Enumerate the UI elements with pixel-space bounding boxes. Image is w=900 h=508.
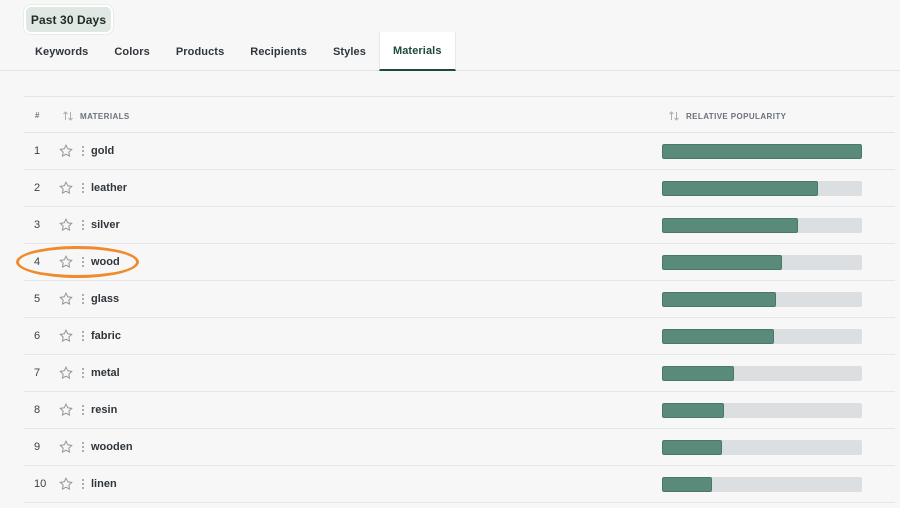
- sort-icon: [63, 111, 73, 121]
- star-icon[interactable]: [59, 366, 73, 380]
- material-label[interactable]: linen: [91, 478, 117, 490]
- table-row[interactable]: 7 metal: [24, 355, 895, 392]
- material-label[interactable]: metal: [91, 367, 120, 379]
- popularity-bar-fill: [662, 255, 782, 270]
- popularity-bar-fill: [662, 477, 712, 492]
- kebab-icon[interactable]: [80, 218, 86, 232]
- tab-products[interactable]: Products: [163, 32, 237, 71]
- period-filter-button[interactable]: Past 30 Days: [24, 5, 113, 34]
- star-icon[interactable]: [59, 403, 73, 417]
- material-label[interactable]: silver: [91, 219, 120, 231]
- materials-column-header[interactable]: MATERIALS: [62, 110, 130, 122]
- kebab-icon[interactable]: [80, 181, 86, 195]
- row-rank: 2: [34, 182, 41, 194]
- popularity-bar-fill: [662, 144, 862, 159]
- kebab-icon[interactable]: [80, 403, 86, 417]
- category-tabs: Keywords Colors Products Recipients Styl…: [22, 32, 456, 71]
- popularity-bar: [662, 366, 862, 381]
- table-row[interactable]: 1 gold: [24, 133, 895, 170]
- row-rank: 10: [34, 478, 47, 490]
- popularity-bar: [662, 477, 862, 492]
- table-row[interactable]: 2 leather: [24, 170, 895, 207]
- popularity-bar: [662, 255, 862, 270]
- filter-bar: Past 30 Days Keywords Colors Products Re…: [0, 0, 900, 71]
- kebab-icon[interactable]: [80, 255, 86, 269]
- row-rank: 1: [34, 145, 41, 157]
- star-icon[interactable]: [59, 329, 73, 343]
- kebab-icon[interactable]: [80, 292, 86, 306]
- material-label[interactable]: leather: [91, 182, 127, 194]
- row-rank: 4: [34, 256, 41, 268]
- material-label[interactable]: glass: [91, 293, 119, 305]
- popularity-bar: [662, 144, 862, 159]
- popularity-bar: [662, 218, 862, 233]
- sort-icon: [669, 111, 679, 121]
- rank-column-header: #: [35, 111, 40, 120]
- popularity-bar-fill: [662, 403, 724, 418]
- popularity-bar-fill: [662, 329, 774, 344]
- row-rank: 8: [34, 404, 41, 416]
- tab-materials[interactable]: Materials: [378, 32, 456, 71]
- table-row[interactable]: 3 silver: [24, 207, 895, 244]
- row-rank: 7: [34, 367, 41, 379]
- table-row[interactable]: 6 fabric: [24, 318, 895, 355]
- row-rank: 9: [34, 441, 41, 453]
- table-header: # MATERIALS RELATIVE POPULARITY: [24, 96, 895, 133]
- row-rank: 6: [34, 330, 41, 342]
- material-label[interactable]: resin: [91, 404, 117, 416]
- material-label[interactable]: gold: [91, 145, 114, 157]
- star-icon[interactable]: [59, 477, 73, 491]
- popularity-bar-fill: [662, 181, 818, 196]
- popularity-bar: [662, 292, 862, 307]
- kebab-icon[interactable]: [80, 329, 86, 343]
- tab-recipients[interactable]: Recipients: [237, 32, 320, 71]
- table-body: 1 gold 2 leather 3 silver 4 wood 5 glass 6 fabric 7 m…: [24, 133, 895, 503]
- kebab-icon[interactable]: [80, 477, 86, 491]
- popularity-bar-fill: [662, 292, 776, 307]
- materials-column-label: MATERIALS: [80, 111, 130, 121]
- kebab-icon[interactable]: [80, 144, 86, 158]
- star-icon[interactable]: [59, 440, 73, 454]
- material-label[interactable]: fabric: [91, 330, 121, 342]
- star-icon[interactable]: [59, 218, 73, 232]
- tab-styles[interactable]: Styles: [320, 32, 379, 71]
- row-rank: 3: [34, 219, 41, 231]
- tab-colors[interactable]: Colors: [101, 32, 162, 71]
- tab-keywords[interactable]: Keywords: [22, 32, 101, 71]
- popularity-column-label: RELATIVE POPULARITY: [686, 111, 787, 121]
- kebab-icon[interactable]: [80, 440, 86, 454]
- popularity-bar: [662, 440, 862, 455]
- popularity-column-header[interactable]: RELATIVE POPULARITY: [668, 110, 786, 122]
- table-row[interactable]: 5 glass: [24, 281, 895, 318]
- table-row[interactable]: 9 wooden: [24, 429, 895, 466]
- row-rank: 5: [34, 293, 41, 305]
- popularity-bar-fill: [662, 366, 734, 381]
- star-icon[interactable]: [59, 255, 73, 269]
- kebab-icon[interactable]: [80, 366, 86, 380]
- popularity-bar-fill: [662, 440, 722, 455]
- popularity-bar: [662, 329, 862, 344]
- star-icon[interactable]: [59, 292, 73, 306]
- table-row[interactable]: 10 linen: [24, 466, 895, 503]
- table-row[interactable]: 4 wood: [24, 244, 895, 281]
- popularity-bar-fill: [662, 218, 798, 233]
- star-icon[interactable]: [59, 144, 73, 158]
- star-icon[interactable]: [59, 181, 73, 195]
- table-row[interactable]: 8 resin: [24, 392, 895, 429]
- popularity-bar: [662, 403, 862, 418]
- popularity-bar: [662, 181, 862, 196]
- material-label[interactable]: wood: [91, 256, 120, 268]
- materials-table: # MATERIALS RELATIVE POPULARITY 1 gold 2 le…: [24, 96, 895, 503]
- material-label[interactable]: wooden: [91, 441, 133, 453]
